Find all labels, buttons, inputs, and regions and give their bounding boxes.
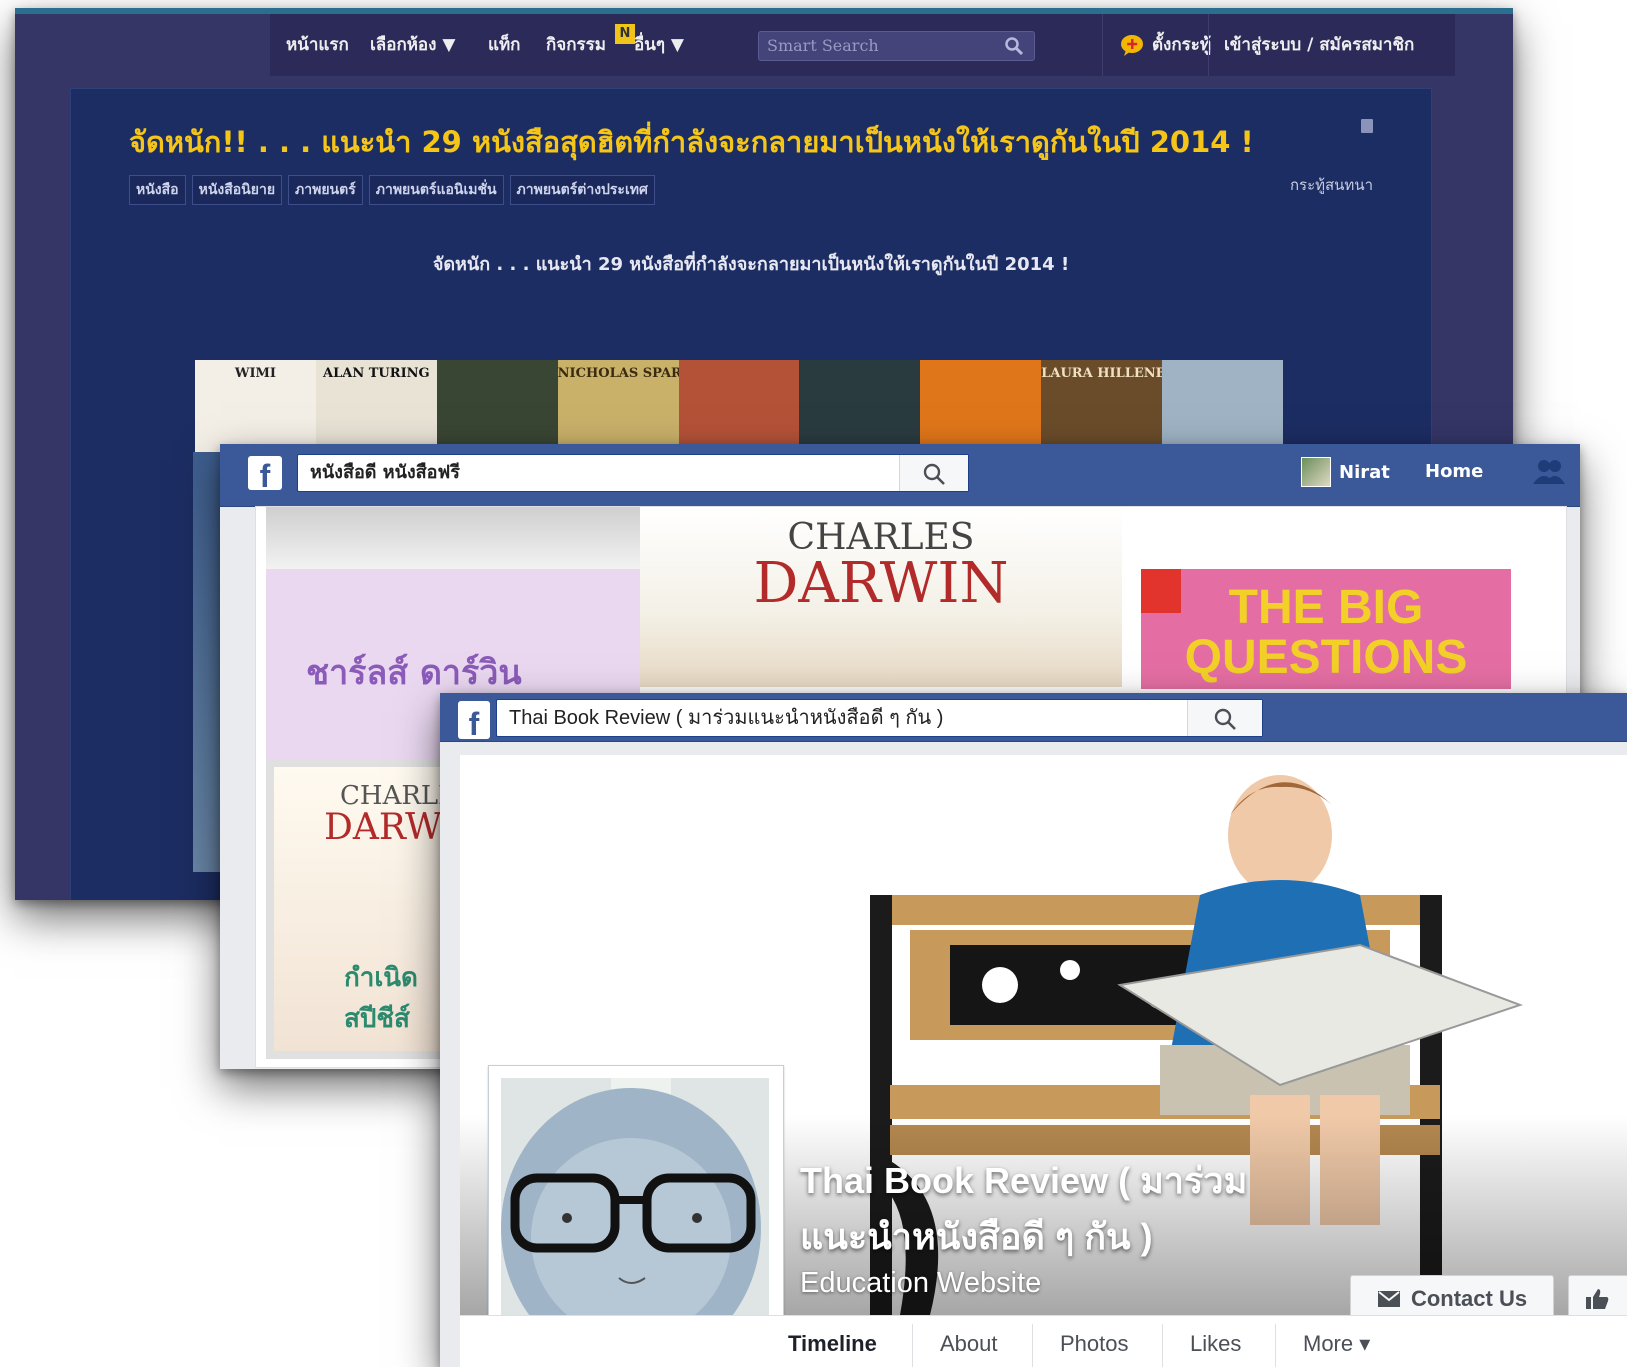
book-corner-mark (1141, 569, 1181, 613)
tab-divider (1162, 1324, 1163, 1367)
book-cover-thumb (920, 360, 1042, 452)
tab-photos[interactable]: Photos (1060, 1316, 1129, 1367)
big-questions-line1: THE BIG (1228, 581, 1424, 634)
facebook-logo-icon[interactable]: f (248, 456, 282, 490)
facebook-bluebar: f หนังสือดี หนังสือฟรี Nirat Home (220, 444, 1580, 507)
charles-darwin-book-cover: CHARLES DARWIN (640, 507, 1122, 687)
facebook-search-input[interactable]: Thai Book Review ( มาร่วมแนะนำหนังสือดี … (496, 699, 1263, 737)
facebook-search-input[interactable]: หนังสือดี หนังสือฟรี (297, 454, 969, 492)
book-cover-text: LAURA HILLENBRAND (1041, 366, 1163, 381)
nav-divider (1208, 14, 1209, 76)
smart-search-input[interactable]: Smart Search (758, 31, 1035, 61)
book-cover-thumb: WIMI (195, 360, 316, 452)
book-cover-thumb (678, 360, 800, 452)
post-subtitle: จัดหนัก . . . แนะนำ 29 หนังสือที่กำลังจะ… (432, 254, 1070, 275)
new-topic-icon[interactable] (1120, 34, 1144, 56)
book-cover-strip: WIMI ALAN TURING NICHOLAS SPARKS LAURA HILL… (195, 360, 1284, 452)
book-cover-text: NICHOLAS SPARKS (557, 366, 679, 381)
page-name-line2: แนะนำหนังสือดี ๆ กัน ) (800, 1216, 1153, 1257)
facebook-thai-book-review-window: f Thai Book Review ( มาร่วมแนะนำหนังสือด… (440, 693, 1627, 1367)
like-button[interactable] (1568, 1275, 1627, 1315)
nav-activity[interactable]: กิจกรรม (546, 14, 606, 76)
facebook-bluebar: f Thai Book Review ( มาร่วมแนะนำหนังสือด… (440, 693, 1627, 742)
avatar (1301, 457, 1331, 487)
book-cover-thumb: ALAN TURING (315, 360, 437, 452)
activity-new-badge: N (615, 24, 635, 44)
darwin-cover-line2: DARWIN (753, 551, 1009, 616)
pantip-navbar: หน้าแรก เลือกห้อง ▼ แท็ก กิจกรรม N อื่นๆ… (270, 14, 1455, 76)
tab-more[interactable]: More ▾ (1303, 1316, 1370, 1367)
tab-timeline[interactable]: Timeline (788, 1316, 877, 1367)
profile-picture-image (501, 1078, 769, 1350)
search-button[interactable] (899, 455, 968, 491)
tag-item[interactable]: ภาพยนตร์ต่างประเทศ (509, 175, 655, 205)
book-cover-thumb (1162, 360, 1284, 452)
tag-item[interactable]: ภาพยนตร์แอนิเมชั่น (368, 175, 504, 205)
contact-us-label: Contact Us (1410, 1286, 1528, 1311)
contact-us-button[interactable]: Contact Us (1350, 1275, 1554, 1315)
envelope-icon (1377, 1291, 1400, 1307)
tag-item[interactable]: หนังสือ (129, 175, 186, 205)
search-icon[interactable] (1004, 36, 1024, 56)
nav-divider (1102, 14, 1103, 76)
tag-item[interactable]: หนังสือนิยาย (191, 175, 283, 205)
search-button[interactable] (1187, 700, 1262, 736)
monkey-with-glasses-image (501, 1078, 769, 1350)
tab-likes[interactable]: Likes (1190, 1316, 1241, 1367)
search-icon (1214, 708, 1236, 730)
small-book-thai: กำเนิด สปีชีส์ (344, 963, 418, 1034)
search-text: Thai Book Review ( มาร่วมแนะนำหนังสือดี … (509, 707, 944, 729)
tab-divider (1275, 1324, 1276, 1367)
page-tabs: Timeline About Photos Likes More ▾ (460, 1315, 1627, 1367)
login-register-link[interactable]: เข้าสู่ระบบ / สมัครสมาชิก (1224, 14, 1414, 76)
book-cover-thumb (799, 360, 921, 452)
tab-divider (1032, 1324, 1033, 1367)
trash-icon[interactable] (1361, 119, 1373, 133)
big-questions-line2: QUESTIONS (1184, 631, 1468, 684)
tag-list: หนังสือ หนังสือนิยาย ภาพยนตร์ ภาพยนตร์แอ… (129, 175, 655, 205)
thumbs-up-icon (1586, 1289, 1609, 1309)
search-icon (923, 463, 945, 485)
book-cover-text: WIMI (234, 366, 277, 381)
tab-divider (912, 1324, 913, 1367)
page-category: Education Website (800, 1267, 1042, 1299)
post-title: จัดหนัก!! . . . แนะนำ 29 หนังสือสุดฮิตที… (129, 125, 1254, 159)
nav-choose-room[interactable]: เลือกห้อง ▼ (370, 14, 455, 76)
nav-home[interactable]: หน้าแรก (286, 14, 349, 76)
tab-about[interactable]: About (940, 1316, 998, 1367)
home-link[interactable]: Home (1425, 452, 1483, 492)
user-profile-link[interactable]: Nirat (1301, 452, 1390, 492)
tag-item[interactable]: ภาพยนตร์ (288, 175, 363, 205)
thai-book-title: ชาร์ลส์ ดาร์วิน (306, 653, 522, 693)
topic-type-label: กระทู้สนทนา (1289, 176, 1373, 194)
page-name-line1: Thai Book Review ( มาร่วม (800, 1160, 1248, 1201)
nav-tag[interactable]: แท็ก (488, 14, 520, 76)
page-name: Thai Book Review ( มาร่วม แนะนำหนังสือดี… (800, 1153, 1247, 1265)
big-questions-book-cover: THE BIG QUESTIONS (1141, 569, 1511, 689)
book-cover-thumb: LAURA HILLENBRAND (1041, 360, 1163, 452)
small-book-line2: DARW (324, 807, 443, 848)
search-placeholder: Smart Search (767, 36, 879, 55)
darwin-portrait-photo (266, 507, 640, 569)
facebook-logo-icon[interactable]: f (458, 701, 490, 739)
friend-requests-icon[interactable] (1532, 458, 1566, 486)
user-name: Nirat (1339, 461, 1390, 483)
book-cover-thumb (436, 360, 558, 452)
new-topic-link[interactable]: ตั้งกระทู้ (1152, 14, 1211, 76)
book-cover-text: ALAN TURING (323, 366, 430, 381)
book-cover-thumb: NICHOLAS SPARKS (557, 360, 679, 452)
search-text: หนังสือดี หนังสือฟรี (310, 462, 460, 483)
nav-more[interactable]: อื่นๆ ▼ (634, 14, 684, 76)
